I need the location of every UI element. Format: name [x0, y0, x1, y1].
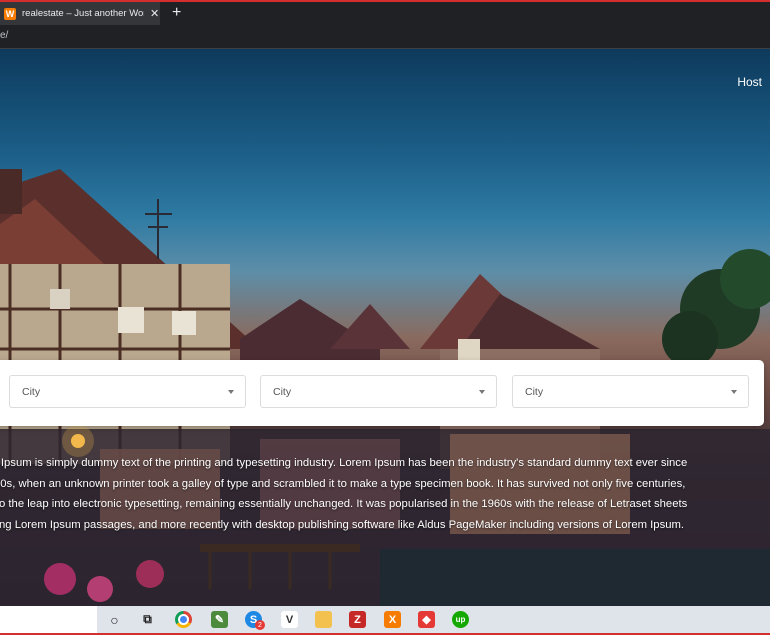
task-view-icon[interactable]: ⧉ [139, 611, 156, 628]
tab-title: realestate – Just another WordPr [22, 8, 144, 19]
address-bar[interactable]: e/ [0, 25, 770, 49]
select-value: City [273, 386, 292, 398]
taskbar-search-area[interactable] [0, 606, 97, 633]
intro-paragraph: orem Ipsum is simply dummy text of the p… [0, 453, 770, 535]
city-select-1[interactable]: City [9, 375, 246, 408]
browser-tab-bar: W realestate – Just another WordPr ✕ + [0, 0, 770, 25]
cortana-icon[interactable]: ○ [106, 611, 123, 628]
file-explorer-icon[interactable] [315, 611, 332, 628]
close-tab-icon[interactable]: ✕ [150, 7, 159, 20]
site-favicon-icon: W [4, 7, 16, 20]
select-value: City [525, 386, 544, 398]
xampp-icon[interactable]: X [384, 611, 401, 628]
anydesk-icon[interactable]: ◆ [418, 611, 435, 628]
chevron-down-icon [228, 390, 234, 394]
city-select-2[interactable]: City [260, 375, 497, 408]
vivaldi-icon[interactable]: V [281, 611, 298, 628]
notepad-icon[interactable]: ✎ [211, 611, 228, 628]
city-select-3[interactable]: City [512, 375, 749, 408]
address-text: e/ [0, 30, 9, 41]
chevron-down-icon [731, 390, 737, 394]
upwork-icon[interactable]: up [452, 611, 469, 628]
chevron-down-icon [479, 390, 485, 394]
hero-section: Host City City City orem Ipsum is simply… [0, 49, 770, 606]
new-tab-button[interactable]: + [172, 4, 181, 22]
intro-line: ut also the leap into electronic typeset… [0, 498, 688, 510]
browser-tab[interactable]: W realestate – Just another WordPr ✕ [0, 2, 160, 25]
notification-badge: 2 [255, 620, 265, 630]
intro-line: orem Ipsum is simply dummy text of the p… [0, 457, 688, 469]
windows-taskbar: ○ ⧉ ✎ S 2 V Z X ◆ up [0, 606, 770, 635]
select-value: City [22, 386, 41, 398]
host-link[interactable]: Host [737, 75, 762, 89]
search-panel: City City City [0, 360, 764, 426]
intro-line: ntaining Lorem Ipsum passages, and more … [0, 518, 685, 531]
filezilla-icon[interactable]: Z [349, 611, 366, 628]
intro-line: e 1500s, when an unknown printer took a … [0, 477, 686, 490]
chrome-icon[interactable] [175, 611, 192, 628]
